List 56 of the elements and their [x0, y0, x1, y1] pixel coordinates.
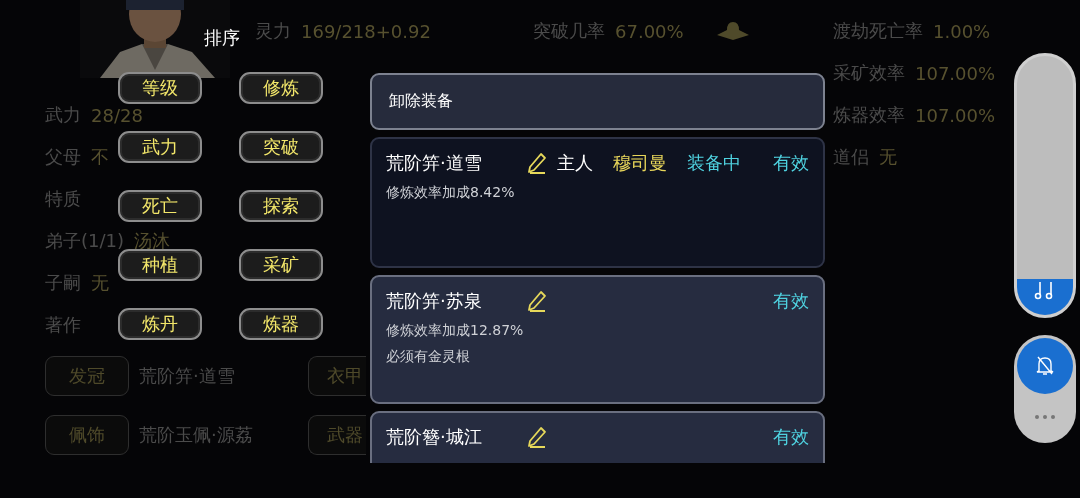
sort-option[interactable]: 采矿 [239, 249, 323, 281]
owner-label: 主人 [557, 151, 593, 175]
sort-option[interactable]: 等级 [118, 72, 202, 104]
stat-label: 灵力 [255, 19, 291, 43]
item-name: 荒阶玉佩·源荔 [139, 422, 253, 447]
stat-value: 169/218+0.92 [301, 20, 431, 42]
stat-label: 渡劫死亡率 [833, 19, 923, 43]
mute-button[interactable] [1017, 338, 1073, 394]
stat-value: 67.00% [615, 20, 684, 42]
stat-value: 不 [91, 145, 109, 169]
sort-option[interactable]: 武力 [118, 131, 202, 163]
owner-name: 穆司曼 [613, 151, 667, 175]
stat-label: 特质 [45, 187, 81, 211]
hat-icon [715, 21, 750, 41]
item-name: 荒阶笄·道雪 [386, 151, 483, 175]
pencil-icon[interactable] [527, 426, 547, 448]
pencil-icon[interactable] [527, 290, 547, 312]
sort-option[interactable]: 死亡 [118, 190, 202, 222]
stat-value: 107.00% [915, 104, 996, 126]
sort-option[interactable]: 种植 [118, 249, 202, 281]
stat-value: 无 [879, 145, 897, 169]
stat-value: 107.00% [915, 62, 996, 84]
stat-label: 采矿效率 [833, 61, 905, 85]
stat-label: 子嗣 [45, 271, 81, 295]
sort-option[interactable]: 探索 [239, 190, 323, 222]
status-text: 装备中 [687, 151, 741, 175]
validity-text: 有效 [773, 151, 809, 175]
pencil-icon[interactable] [527, 152, 547, 174]
unequip-button[interactable]: 卸除装备 [370, 73, 825, 130]
item-name: 荒阶簪·城江 [386, 425, 483, 449]
sort-option[interactable]: 炼器 [239, 308, 323, 340]
stat-label: 父母 [45, 145, 81, 169]
effect-text: 必须有金灵根 [386, 347, 471, 366]
stat-value: 无 [91, 271, 109, 295]
validity-text: 有效 [773, 425, 809, 449]
item-card[interactable]: 荒阶笄·苏泉 有效 修炼效率加成12.87% 必须有金灵根 [370, 275, 825, 404]
stat-label: 炼器效率 [833, 103, 905, 127]
stat-value: 28/28 [91, 104, 143, 126]
item-name: 荒阶笄·苏泉 [386, 289, 483, 313]
stat-value: 1.00% [933, 20, 991, 42]
effect-text: 修炼效率加成8.42% [386, 183, 516, 202]
stat-label: 道侣 [833, 145, 869, 169]
item-name: 荒阶笄·道雪 [139, 363, 235, 388]
item-card[interactable]: 荒阶簪·城江 有效 [370, 411, 825, 463]
stat-label: 武力 [45, 103, 81, 127]
stat-label: 突破几率 [533, 19, 605, 43]
effect-text: 修炼效率加成12.87% [386, 321, 525, 340]
item-card[interactable]: 荒阶笄·道雪 主人 穆司曼 装备中 有效 修炼效率加成8.42% [370, 137, 825, 268]
menu-title: 排序 [204, 26, 240, 50]
bell-off-icon [1035, 355, 1055, 377]
more-icon[interactable] [1034, 414, 1056, 420]
sort-option[interactable]: 炼丹 [118, 308, 202, 340]
sort-option[interactable]: 突破 [239, 131, 323, 163]
stat-label: 著作 [45, 313, 81, 337]
sort-option[interactable]: 修炼 [239, 72, 323, 104]
validity-text: 有效 [773, 289, 809, 313]
